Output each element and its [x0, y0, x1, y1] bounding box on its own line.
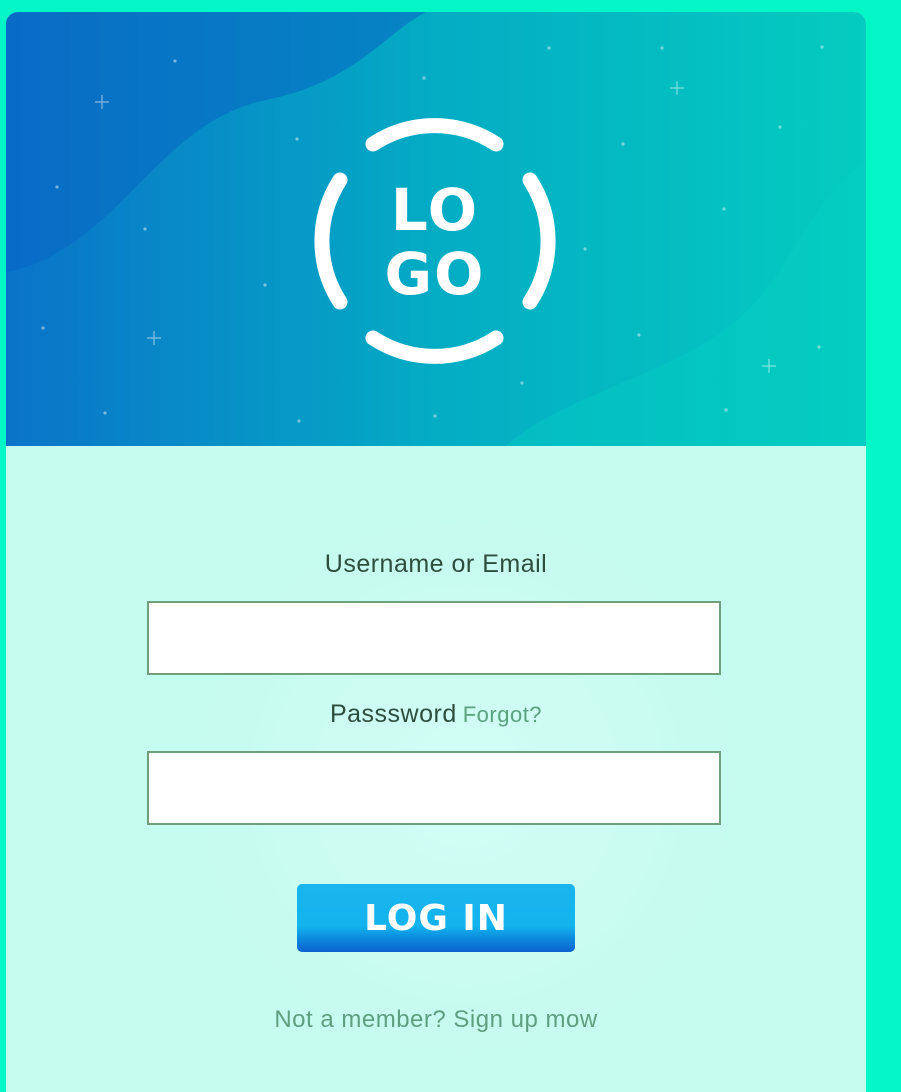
signup-link[interactable]: Not a member? Sign up mow	[274, 1006, 597, 1033]
password-label: Passsword	[329, 700, 457, 728]
password-label-row: Passsword Forgot?	[6, 700, 866, 729]
login-button[interactable]: LOG IN	[297, 884, 575, 952]
login-card: LO GO Username or Email Passsword Forgot?…	[6, 12, 866, 1092]
username-label: Username or Email	[324, 550, 548, 578]
header-banner: LO GO	[6, 12, 866, 446]
password-input[interactable]	[147, 751, 721, 825]
logo-text-bottom: GO	[384, 240, 486, 308]
logo-text-top: LO	[390, 176, 480, 244]
forgot-password-link[interactable]: Forgot?	[463, 702, 542, 727]
logo: LO GO	[312, 118, 558, 364]
signup-row: Not a member? Sign up mow	[6, 1006, 866, 1034]
login-form: Username or Email Passsword Forgot? LOG I…	[6, 446, 866, 1086]
username-input[interactable]	[147, 601, 721, 675]
